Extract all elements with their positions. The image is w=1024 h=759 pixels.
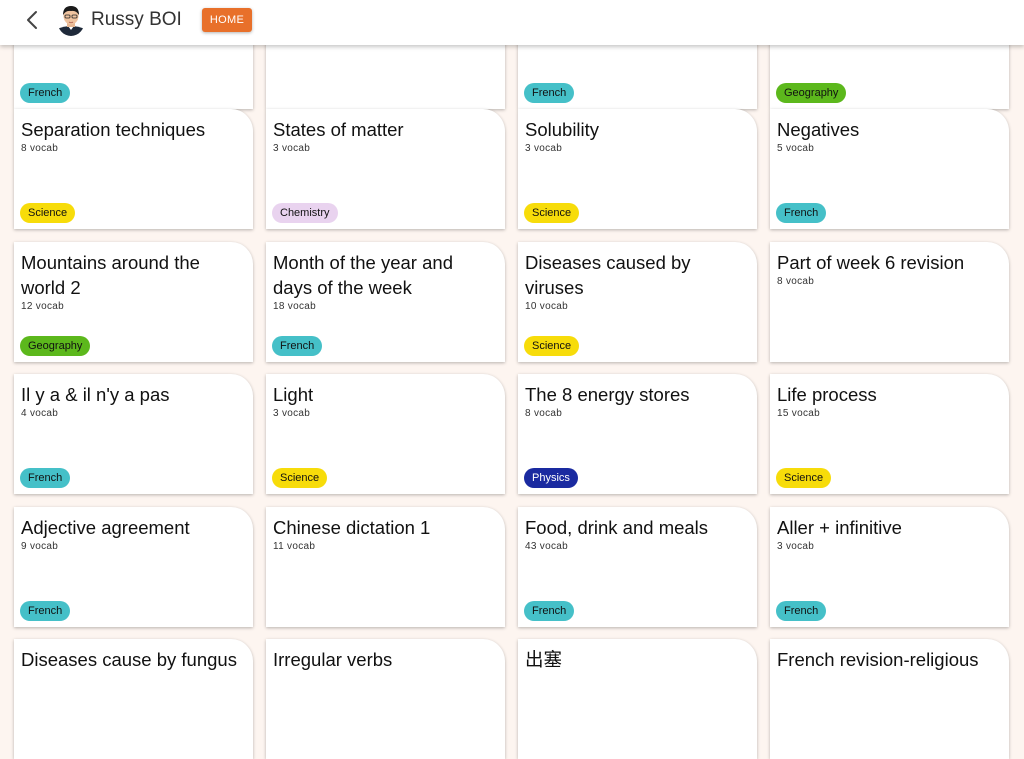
subject-tag: Physics (524, 468, 578, 488)
vocab-set-card[interactable]: Month of the year and days of the week 18… (266, 242, 505, 362)
subject-tag: Science (272, 468, 328, 488)
card-title: Solubility 3 vocab (525, 117, 747, 155)
subject-tag: Chemistry (272, 203, 338, 223)
card-title: Food, drink and meals 43 vocab (525, 515, 747, 553)
card-title-text: Il y a & il n'y a pas (21, 384, 170, 405)
card-title-text: French revision-religious (777, 649, 979, 670)
card-title: Part of week 6 revision 8 vocab (777, 250, 999, 288)
vocab-set-card[interactable]: Diseases cause by fungus (14, 639, 253, 759)
vocab-set-card[interactable]: Solubility 3 vocab Science (518, 109, 757, 229)
card-title-text: The 8 energy stores (525, 384, 690, 405)
card-title: Diseases caused by viruses 10 vocab (525, 250, 747, 313)
vocab-count: 43 vocab (525, 541, 568, 552)
vocab-set-card[interactable]: States of matter 3 vocab Chemistry (266, 109, 505, 229)
vocab-count: 8 vocab (525, 408, 563, 419)
subject-tag: French (20, 468, 71, 488)
vocab-count: 18 vocab (273, 301, 316, 312)
vocab-set-card[interactable]: Il y a & il n'y a pas 4 vocab French (14, 374, 253, 494)
vocab-set-card[interactable]: Mountains around the world 2 12 vocab Geog… (14, 242, 253, 362)
subject-tag: French (524, 83, 575, 103)
vocab-count: 9 vocab (21, 541, 59, 552)
card-title-text: Life process (777, 384, 877, 405)
home-button[interactable]: HOME (202, 8, 252, 32)
card-title: 出塞 (525, 647, 747, 673)
vocab-set-card[interactable]: Diseases caused by viruses 10 vocab Scienc… (518, 242, 757, 362)
vocab-count: 11 vocab (273, 541, 316, 552)
vocab-set-card[interactable]: French revision-religious (770, 639, 1009, 759)
card-title: Separation techniques 8 vocab (21, 117, 243, 155)
vocab-set-card[interactable]: Negatives 5 vocab French (770, 109, 1009, 229)
vocab-set-card[interactable]: Adjective agreement 9 vocab French (14, 507, 253, 627)
vocab-count: 5 vocab (777, 143, 815, 154)
vocab-set-card[interactable]: Aller + infinitive 3 vocab French (770, 507, 1009, 627)
subject-tag: French (776, 203, 827, 223)
back-arrow-icon[interactable] (20, 8, 44, 32)
user-name: Russy BOI (91, 9, 182, 30)
card-title-text: Food, drink and meals (525, 517, 709, 538)
card-title-text: Chinese dictation 1 (273, 517, 431, 538)
card-title: Chinese dictation 1 11 vocab (273, 515, 495, 553)
card-title-text: Negatives (777, 119, 860, 140)
vocab-set-card[interactable]: Part of week 6 revision 8 vocab (770, 242, 1009, 362)
vocab-set-card[interactable]: Irregular verbs (266, 639, 505, 759)
vocab-set-grid: French French Geography Separation techniqu… (0, 0, 1024, 759)
vocab-set-card[interactable]: The 8 energy stores 8 vocab Physics (518, 374, 757, 494)
vocab-count: 10 vocab (525, 301, 568, 312)
vocab-count: 4 vocab (21, 408, 59, 419)
card-title-text: Solubility (525, 119, 600, 140)
vocab-set-card[interactable]: Chinese dictation 1 11 vocab (266, 507, 505, 627)
card-title: Diseases cause by fungus (21, 647, 243, 673)
card-title: Adjective agreement 9 vocab (21, 515, 243, 553)
vocab-count: 15 vocab (777, 408, 820, 419)
subject-tag: French (20, 83, 71, 103)
vocab-set-card[interactable]: Light 3 vocab Science (266, 374, 505, 494)
card-title-text: Aller + infinitive (777, 517, 902, 538)
vocab-count: 8 vocab (777, 276, 815, 287)
vocab-count: 3 vocab (525, 143, 563, 154)
subject-tag: Science (20, 203, 76, 223)
avatar[interactable] (57, 4, 85, 36)
card-title: The 8 energy stores 8 vocab (525, 382, 747, 420)
vocab-count: 8 vocab (21, 143, 59, 154)
card-title-text: 出塞 (525, 649, 563, 670)
card-title-text: Mountains around the world 2 (21, 252, 200, 298)
vocab-count: 3 vocab (273, 408, 311, 419)
subject-tag: Science (524, 203, 580, 223)
card-title: States of matter 3 vocab (273, 117, 495, 155)
card-title: Aller + infinitive 3 vocab (777, 515, 999, 553)
vocab-count: 3 vocab (273, 143, 311, 154)
card-title: Light 3 vocab (273, 382, 495, 420)
card-title: Month of the year and days of the week 18… (273, 250, 495, 313)
card-title: French revision-religious (777, 647, 999, 673)
card-title-text: Irregular verbs (273, 649, 393, 670)
card-title: Il y a & il n'y a pas 4 vocab (21, 382, 243, 420)
vocab-count: 3 vocab (777, 541, 815, 552)
subject-tag: Geography (20, 336, 91, 356)
subject-tag: Science (776, 468, 832, 488)
vocab-set-card[interactable]: Life process 15 vocab Science (770, 374, 1009, 494)
vocab-set-card[interactable]: Food, drink and meals 43 vocab French (518, 507, 757, 627)
card-title-text: States of matter (273, 119, 404, 140)
card-title-text: Month of the year and days of the week (273, 252, 453, 298)
card-title: Negatives 5 vocab (777, 117, 999, 155)
card-title-text: Diseases caused by viruses (525, 252, 691, 298)
card-title: Life process 15 vocab (777, 382, 999, 420)
subject-tag: French (20, 601, 71, 621)
card-title-text: Adjective agreement (21, 517, 190, 538)
card-title-text: Diseases cause by fungus (21, 649, 237, 670)
subject-tag: French (524, 601, 575, 621)
vocab-set-card[interactable]: Separation techniques 8 vocab Science (14, 109, 253, 229)
card-title-text: Part of week 6 revision (777, 252, 965, 273)
subject-tag: French (272, 336, 323, 356)
vocab-count: 12 vocab (21, 301, 64, 312)
subject-tag: Science (524, 336, 580, 356)
card-title-text: Light (273, 384, 314, 405)
vocab-set-card[interactable]: 出塞 (518, 639, 757, 759)
card-title: Mountains around the world 2 12 vocab (21, 250, 243, 313)
top-app-bar: Russy BOI HOME (0, 0, 1024, 45)
card-title-text: Separation techniques (21, 119, 206, 140)
subject-tag: French (776, 601, 827, 621)
card-title: Irregular verbs (273, 647, 495, 673)
subject-tag: Geography (776, 83, 847, 103)
